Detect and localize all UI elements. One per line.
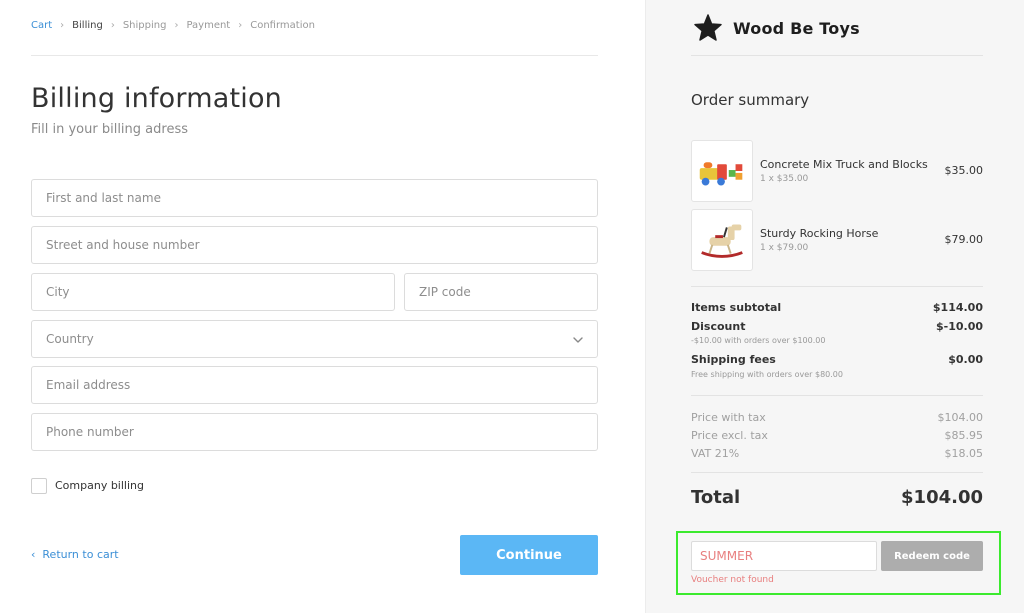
voucher-input[interactable]	[692, 542, 876, 570]
price-with-tax-value: $104.00	[937, 411, 984, 424]
order-item: Sturdy Rocking Horse 1 x $79.00 $79.00	[691, 209, 983, 271]
city-input[interactable]	[32, 274, 394, 310]
breadcrumb-shipping: Shipping	[122, 20, 167, 31]
company-billing-checkbox[interactable]	[31, 478, 47, 494]
discount-label: Discount	[691, 320, 746, 333]
item-price: $35.00	[944, 164, 984, 177]
toy-truck-image	[691, 140, 753, 202]
brand: Wood Be Toys	[693, 13, 860, 43]
price-with-tax-label: Price with tax	[691, 411, 766, 424]
breadcrumb-separator: ›	[60, 20, 65, 31]
shipping-value: $0.00	[948, 353, 983, 366]
star-icon	[694, 14, 722, 41]
item-name: Sturdy Rocking Horse	[760, 227, 879, 240]
shipping-label: Shipping fees	[691, 353, 776, 366]
divider	[691, 395, 983, 396]
divider	[691, 286, 983, 287]
redeem-code-button[interactable]: Redeem code	[881, 541, 983, 571]
voucher-error-message: Voucher not found	[691, 575, 774, 585]
phone-field[interactable]	[31, 413, 598, 451]
discount-note: -$10.00 with orders over $100.00	[691, 336, 826, 345]
breadcrumb-separator: ›	[174, 20, 179, 31]
divider	[691, 55, 983, 56]
phone-input[interactable]	[32, 414, 597, 450]
breadcrumb-separator: ›	[110, 20, 115, 31]
country-select[interactable]: Country	[31, 320, 598, 358]
zip-input[interactable]	[405, 274, 597, 310]
divider	[691, 472, 983, 473]
email-field[interactable]	[31, 366, 598, 404]
name-input[interactable]	[32, 180, 597, 216]
shipping-note: Free shipping with orders over $80.00	[691, 370, 843, 379]
item-price: $79.00	[944, 233, 984, 246]
continue-button[interactable]: Continue	[460, 535, 598, 575]
subtotal-label: Items subtotal	[691, 301, 782, 314]
street-input[interactable]	[32, 227, 597, 263]
email-input[interactable]	[32, 367, 597, 403]
return-to-cart-link[interactable]: ‹ Return to cart	[31, 548, 119, 561]
brand-name: Wood Be Toys	[733, 18, 860, 38]
rocking-horse-image	[691, 209, 753, 271]
chevron-left-icon: ‹	[31, 548, 36, 561]
city-field[interactable]	[31, 273, 395, 311]
total-value: $104.00	[901, 487, 983, 508]
breadcrumb-cart[interactable]: Cart	[31, 20, 52, 31]
chevron-down-icon	[573, 337, 583, 343]
price-excl-tax-value: $85.95	[944, 429, 984, 442]
voucher-field[interactable]	[691, 541, 877, 571]
item-quantity: 1 x $35.00	[760, 174, 809, 184]
price-excl-tax-label: Price excl. tax	[691, 429, 768, 442]
summary-title: Order summary	[691, 91, 810, 109]
item-quantity: 1 x $79.00	[760, 243, 809, 253]
total-label: Total	[691, 487, 741, 508]
page-subtitle: Fill in your billing adress	[31, 122, 188, 137]
vat-label: VAT 21%	[691, 447, 740, 460]
divider	[31, 55, 598, 56]
vat-value: $18.05	[944, 447, 984, 460]
item-name: Concrete Mix Truck and Blocks	[760, 158, 928, 171]
company-billing-label: Company billing	[55, 479, 144, 492]
subtotal-value: $114.00	[932, 301, 983, 314]
billing-panel: Cart › Billing › Shipping › Payment › Co…	[0, 0, 645, 613]
discount-value: $-10.00	[935, 320, 983, 333]
breadcrumb-billing: Billing	[72, 20, 103, 31]
zip-field[interactable]	[404, 273, 598, 311]
breadcrumb-confirmation: Confirmation	[250, 20, 315, 31]
name-field[interactable]	[31, 179, 598, 217]
return-to-cart-label: Return to cart	[42, 548, 119, 561]
country-select-value: Country	[46, 332, 94, 346]
order-item: Concrete Mix Truck and Blocks 1 x $35.00…	[691, 140, 983, 202]
breadcrumb: Cart › Billing › Shipping › Payment › Co…	[31, 20, 315, 31]
breadcrumb-payment: Payment	[186, 20, 231, 31]
page-title: Billing information	[31, 83, 282, 114]
breadcrumb-separator: ›	[238, 20, 243, 31]
street-field[interactable]	[31, 226, 598, 264]
